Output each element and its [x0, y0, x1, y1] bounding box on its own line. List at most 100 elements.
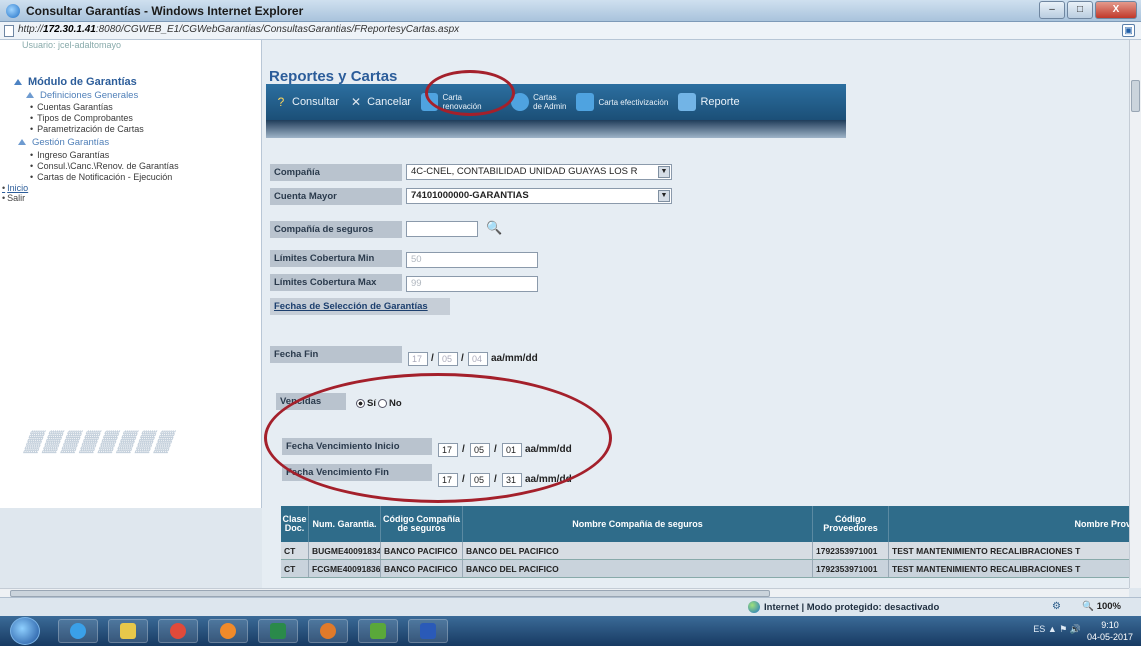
- compania-select[interactable]: 4C-CNEL, CONTABILIDAD UNIDAD GUAYAS LOS …: [406, 164, 672, 180]
- fechas-link[interactable]: Fechas de Selección de Garantías: [274, 301, 428, 312]
- horizontal-scroll-thumb[interactable]: [10, 590, 770, 597]
- taskbar-explorer[interactable]: [108, 619, 148, 643]
- cell-nombre-compania: BANCO DEL PACIFICO: [463, 542, 813, 559]
- consultar-label: Consultar: [292, 96, 340, 108]
- minimize-button[interactable]: –: [1039, 1, 1065, 19]
- cell-clase: CT: [281, 542, 309, 559]
- highlight-oval: [264, 373, 612, 503]
- taskbar-app[interactable]: [358, 619, 398, 643]
- highlight-oval: [425, 70, 515, 116]
- date-separator: /: [461, 353, 464, 364]
- cartas-admin-line2: de Admin: [533, 102, 567, 111]
- question-icon: ?: [277, 95, 285, 109]
- header-codigo-proveedores[interactable]: Código Proveedores: [813, 506, 889, 542]
- horizontal-scrollbar[interactable]: [0, 588, 1129, 597]
- header-clase-doc[interactable]: Clase Doc.: [281, 506, 309, 542]
- cartas-admin-line1: Cartas: [533, 93, 557, 102]
- aseguradora-input[interactable]: [406, 221, 478, 237]
- limite-min-input[interactable]: 50: [406, 252, 538, 268]
- sidebar-item-parametrizacion-cartas[interactable]: Parametrización de Cartas: [30, 124, 144, 134]
- taskbar-ie[interactable]: [58, 619, 98, 643]
- security-zone[interactable]: Internet | Modo protegido: desactivado: [748, 601, 939, 613]
- search-icon[interactable]: 🔍: [486, 220, 502, 236]
- chrome-icon: [170, 623, 186, 639]
- url-text[interactable]: http://172.30.1.41:8080/CGWEB_E1/CGWebGa…: [18, 24, 459, 35]
- protected-mode-icon[interactable]: ⚙: [1052, 601, 1061, 612]
- header-codigo-compania[interactable]: Código Compañía de seguros: [381, 506, 463, 542]
- header-nombre-proveedor[interactable]: Nombre Prove: [889, 506, 1141, 542]
- expand-arrow-icon: [26, 92, 34, 98]
- fechas-header: Fechas de Selección de Garantías: [270, 298, 450, 315]
- cell-num-garantia: FCGME40091836: [309, 560, 381, 577]
- fecha-fin-yy[interactable]: 17: [408, 352, 428, 366]
- sidebar-item-consul-canc-renov[interactable]: Consul.\Canc.\Renov. de Garantías: [30, 161, 178, 171]
- taskbar-excel[interactable]: [258, 619, 298, 643]
- sidebar-item-cuentas-garantias[interactable]: Cuentas Garantías: [30, 102, 113, 112]
- start-button[interactable]: [10, 617, 40, 645]
- header-num-garantia[interactable]: Num. Garantia.: [309, 506, 381, 542]
- cancelar-label: Cancelar: [367, 96, 412, 108]
- sidebar-item-ingreso-garantias[interactable]: Ingreso Garantías: [30, 150, 109, 160]
- url-host: 172.30.1.41: [43, 24, 96, 35]
- limite-max-label: Límites Cobertura Max: [270, 274, 402, 291]
- taskbar-chrome[interactable]: [158, 619, 198, 643]
- vertical-scroll-thumb[interactable]: [1131, 80, 1140, 112]
- taskbar-word[interactable]: [408, 619, 448, 643]
- carta-efectivizacion-label: Carta efectivización: [598, 97, 669, 107]
- main-content: Reportes y Cartas ? Consultar ✕ Cancelar C…: [262, 40, 1141, 588]
- carta-efectivizacion-button[interactable]: Carta efectivización: [576, 93, 668, 111]
- cancel-icon: ✕: [351, 95, 362, 109]
- table-row[interactable]: CT FCGME40091836 BANCO PACIFICO BANCO DE…: [281, 560, 1141, 578]
- chevron-down-icon: ▼: [658, 190, 670, 202]
- group-label: Definiciones Generales: [40, 90, 139, 101]
- taskbar-firefox[interactable]: [308, 619, 348, 643]
- maximize-button[interactable]: □: [1067, 1, 1093, 19]
- reporte-label: Reporte: [700, 96, 740, 108]
- zoom-value: 100%: [1096, 601, 1121, 612]
- cell-num-garantia: BUGME40091834: [309, 542, 381, 559]
- address-bar[interactable]: http://172.30.1.41:8080/CGWEB_E1/CGWebGa…: [0, 22, 1141, 40]
- cancelar-button[interactable]: ✕ Cancelar: [349, 95, 411, 109]
- zoom-level[interactable]: 🔍 100%: [1082, 601, 1121, 612]
- limite-max-input[interactable]: 99: [406, 276, 538, 292]
- fecha-fin-dd[interactable]: 04: [468, 352, 488, 366]
- table-row[interactable]: CT BUGME40091834 BANCO PACIFICO BANCO DE…: [281, 542, 1141, 560]
- clock-date: 04-05-2017: [1086, 632, 1133, 642]
- vertical-scrollbar[interactable]: [1129, 40, 1141, 588]
- date-format-hint: aa/mm/dd: [491, 353, 538, 364]
- compatibility-view-icon[interactable]: ▣: [1122, 24, 1135, 37]
- close-button[interactable]: X: [1095, 1, 1137, 19]
- sidebar-link-inicio[interactable]: Inicio: [2, 183, 28, 193]
- clock[interactable]: 9:10 04-05-2017: [1087, 619, 1133, 643]
- system-tray[interactable]: ES ▲ ⚑ 🔊: [1033, 624, 1081, 635]
- cartas-admin-label: Cartas de Admin: [533, 93, 566, 111]
- decorative-watermark: ▓▓▓▓▓▓▓▓: [23, 430, 181, 452]
- excel-icon: [270, 623, 286, 639]
- reporte-button[interactable]: Reporte: [678, 93, 740, 111]
- cuenta-mayor-select[interactable]: 74101000000-GARANTIAS ▼: [406, 188, 672, 204]
- status-bar: Internet | Modo protegido: desactivado ⚙…: [0, 597, 1141, 616]
- sidebar-group-gestion[interactable]: Gestión Garantías: [18, 137, 109, 148]
- sidebar-item-tipos-comprobantes[interactable]: Tipos de Comprobantes: [30, 113, 133, 123]
- toolbar: ? Consultar ✕ Cancelar Carta renovación Ca…: [266, 84, 846, 120]
- fecha-fin-mm[interactable]: 05: [438, 352, 458, 366]
- internet-explorer-icon: [6, 4, 20, 18]
- sidebar-link-salir[interactable]: Salir: [2, 193, 25, 203]
- sidebar-group-definiciones[interactable]: Definiciones Generales: [26, 90, 138, 101]
- consultar-button[interactable]: ? Consultar: [274, 95, 339, 109]
- report-icon: [678, 93, 697, 111]
- cell-nombre-proveedor: TEST MANTENIMIENTO RECALIBRACIONES T: [889, 560, 1141, 577]
- chevron-down-icon: ▼: [658, 166, 670, 178]
- sidebar-item-cartas-notificacion[interactable]: Cartas de Notificación - Ejecución: [30, 172, 172, 182]
- globe-icon: [748, 601, 760, 613]
- collapse-arrow-icon: [14, 79, 22, 85]
- cuenta-mayor-value: 74101000000-GARANTIAS: [411, 190, 529, 201]
- cell-nombre-compania: BANCO DEL PACIFICO: [463, 560, 813, 577]
- taskbar: ES ▲ ⚑ 🔊 9:10 04-05-2017: [0, 616, 1141, 646]
- cell-codigo-proveedor: 1792353971001: [813, 560, 889, 577]
- header-nombre-compania[interactable]: Nombre Compañía de seguros: [463, 506, 813, 542]
- taskbar-media[interactable]: [208, 619, 248, 643]
- cartas-admin-button[interactable]: Cartas de Admin: [511, 93, 566, 111]
- section-title: Módulo de Garantías: [14, 76, 137, 88]
- date-separator: /: [431, 353, 434, 364]
